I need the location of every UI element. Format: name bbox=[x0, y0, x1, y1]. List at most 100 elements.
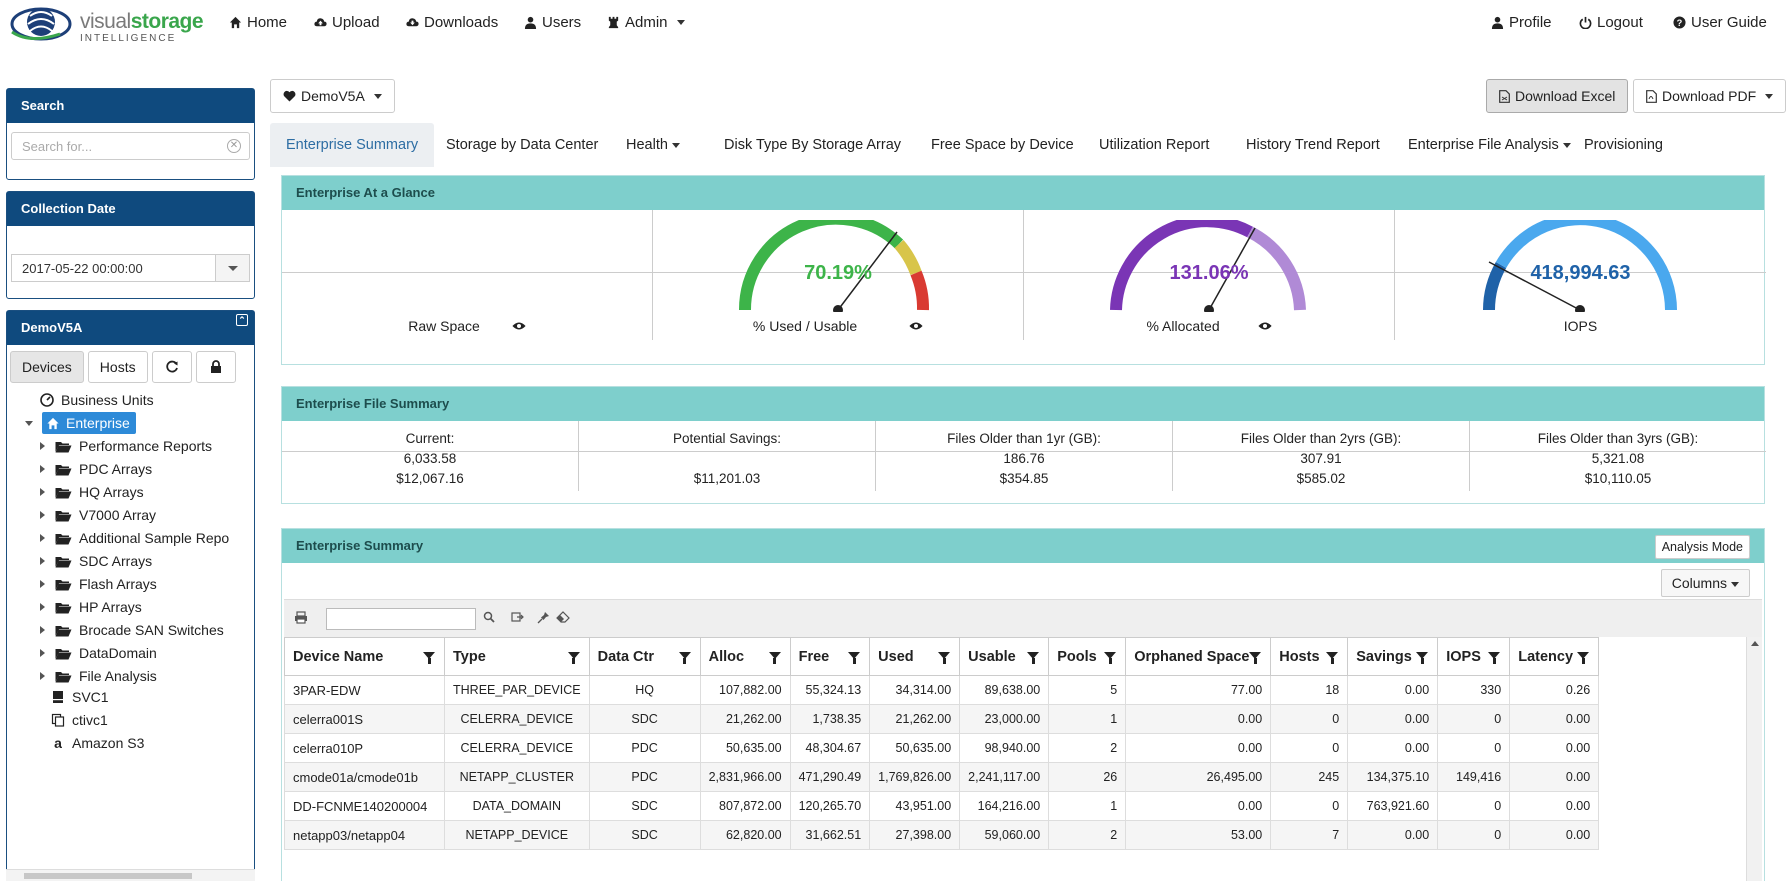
filter-icon[interactable] bbox=[1104, 652, 1117, 664]
refresh-button[interactable] bbox=[151, 351, 192, 383]
chevron-down-icon[interactable] bbox=[215, 255, 249, 281]
tree-node-amazon-s3[interactable]: a Amazon S3 bbox=[51, 732, 144, 754]
nav-home[interactable]: Home bbox=[229, 14, 287, 31]
tree-node-folder[interactable]: File Analysis bbox=[40, 665, 157, 687]
column-header[interactable]: Alloc bbox=[699, 637, 791, 676]
columns-dropdown[interactable]: Columns bbox=[1660, 569, 1750, 597]
tree-node-enterprise[interactable]: Enterprise bbox=[25, 412, 136, 434]
filter-icon[interactable] bbox=[1027, 652, 1040, 664]
nav-profile[interactable]: Profile bbox=[1491, 14, 1552, 31]
tab-health[interactable]: Health bbox=[610, 123, 696, 167]
nav-users[interactable]: Users bbox=[524, 14, 581, 31]
column-header[interactable]: Pools bbox=[1048, 637, 1127, 676]
clear-icon[interactable]: ✕ bbox=[227, 139, 241, 153]
filter-icon[interactable] bbox=[1326, 652, 1339, 664]
filter-icon[interactable] bbox=[1416, 652, 1429, 664]
grid-search-input[interactable] bbox=[326, 608, 476, 630]
collapsed-arrow-icon[interactable] bbox=[40, 488, 45, 496]
tree-node-folder[interactable]: Performance Reports bbox=[40, 435, 212, 457]
nav-logout[interactable]: Logout bbox=[1579, 14, 1643, 31]
column-header[interactable]: Type bbox=[444, 637, 590, 676]
tree-node-folder[interactable]: Brocade SAN Switches bbox=[40, 619, 224, 641]
tree-node-folder[interactable]: Flash Arrays bbox=[40, 573, 157, 595]
column-header[interactable]: Latency bbox=[1509, 637, 1600, 676]
grid-vertical-scrollbar[interactable] bbox=[1746, 637, 1762, 881]
logo[interactable]: visualstorage INTELLIGENCE bbox=[10, 4, 204, 44]
column-header[interactable]: Orphaned Space bbox=[1125, 637, 1272, 676]
sidebar-horizontal-scrollbar[interactable] bbox=[6, 869, 255, 881]
print-icon[interactable] bbox=[294, 611, 308, 625]
collapsed-arrow-icon[interactable] bbox=[40, 603, 45, 611]
column-header[interactable]: Savings bbox=[1347, 637, 1439, 676]
eraser-icon[interactable] bbox=[556, 611, 570, 625]
filter-icon[interactable] bbox=[938, 652, 951, 664]
collapsed-arrow-icon[interactable] bbox=[40, 672, 45, 680]
table-row[interactable]: DD-FCNME140200004 DATA_DOMAIN SDC 807,872.0… bbox=[284, 791, 1600, 821]
collapsed-arrow-icon[interactable] bbox=[40, 511, 45, 519]
table-row[interactable]: cmode01a/cmode01b NETAPP_CLUSTER PDC 2,831,… bbox=[284, 762, 1600, 792]
tab-disk-type-by-storage-array[interactable]: Disk Type By Storage Array bbox=[708, 123, 917, 167]
collapse-icon[interactable]: ⌃ bbox=[236, 314, 248, 326]
collapsed-arrow-icon[interactable] bbox=[40, 465, 45, 473]
tab-enterprise-file-analysis[interactable]: Enterprise File Analysis bbox=[1392, 123, 1587, 167]
table-row[interactable]: netapp03/netapp04 NETAPP_DEVICE SDC 62,820.… bbox=[284, 820, 1600, 850]
collapsed-arrow-icon[interactable] bbox=[40, 442, 45, 450]
column-header[interactable]: Device Name bbox=[284, 637, 445, 676]
column-header[interactable]: IOPS bbox=[1437, 637, 1511, 676]
nav-admin-dropdown[interactable]: Admin bbox=[607, 14, 685, 31]
export-icon[interactable] bbox=[510, 611, 524, 625]
tab-provisioning[interactable]: Provisioning bbox=[1568, 123, 1679, 167]
tenant-dropdown[interactable]: DemoV5A bbox=[270, 79, 395, 113]
collapsed-arrow-icon[interactable] bbox=[40, 649, 45, 657]
eye-icon[interactable] bbox=[512, 321, 526, 331]
download-pdf-dropdown[interactable]: Download PDF bbox=[1633, 79, 1787, 113]
tree-node-folder[interactable]: HP Arrays bbox=[40, 596, 142, 618]
collapsed-arrow-icon[interactable] bbox=[40, 557, 45, 565]
column-header[interactable]: Hosts bbox=[1270, 637, 1349, 676]
tab-devices[interactable]: Devices bbox=[10, 351, 84, 383]
filter-icon[interactable] bbox=[768, 652, 781, 664]
tab-history-trend-report[interactable]: History Trend Report bbox=[1230, 123, 1396, 167]
lock-button[interactable] bbox=[195, 351, 236, 383]
table-row[interactable]: 3PAR-EDW THREE_PAR_DEVICE HQ 107,882.00 55,3… bbox=[284, 675, 1600, 705]
filter-icon[interactable] bbox=[1488, 652, 1501, 664]
tree-node-business-units[interactable]: Business Units bbox=[40, 389, 154, 411]
filter-icon[interactable] bbox=[848, 652, 861, 664]
collapsed-arrow-icon[interactable] bbox=[40, 580, 45, 588]
filter-icon[interactable] bbox=[1249, 652, 1262, 664]
collapsed-arrow-icon[interactable] bbox=[40, 534, 45, 542]
filter-icon[interactable] bbox=[423, 652, 435, 664]
table-row[interactable]: celerra010P CELERRA_DEVICE PDC 50,635.00 48,… bbox=[284, 733, 1600, 763]
pin-icon[interactable] bbox=[536, 611, 550, 625]
chevron-up-icon[interactable] bbox=[1751, 641, 1759, 646]
column-header[interactable]: Free bbox=[789, 637, 871, 676]
tree-node-folder[interactable]: V7000 Array bbox=[40, 504, 156, 526]
filter-icon[interactable] bbox=[1577, 652, 1590, 664]
column-header[interactable]: Usable bbox=[959, 637, 1050, 676]
tab-utilization-report[interactable]: Utilization Report bbox=[1083, 123, 1225, 167]
tree-node-folder[interactable]: PDC Arrays bbox=[40, 458, 152, 480]
column-header[interactable]: Data Ctr bbox=[588, 637, 701, 676]
tab-storage-by-data-center[interactable]: Storage by Data Center bbox=[430, 123, 614, 167]
analysis-mode-button[interactable]: Analysis Mode bbox=[1654, 535, 1750, 559]
filter-icon[interactable] bbox=[678, 652, 691, 664]
nav-user-guide[interactable]: ? User Guide bbox=[1673, 14, 1767, 31]
tree-node-folder[interactable]: HQ Arrays bbox=[40, 481, 144, 503]
collapsed-arrow-icon[interactable] bbox=[40, 626, 45, 634]
eye-icon[interactable] bbox=[909, 321, 923, 331]
table-row[interactable]: celerra001S CELERRA_DEVICE SDC 21,262.00 1,7… bbox=[284, 704, 1600, 734]
sidebar-search-input[interactable]: Search for... ✕ bbox=[11, 132, 250, 160]
download-excel-button[interactable]: Download Excel bbox=[1486, 79, 1629, 113]
tree-node-folder[interactable]: SDC Arrays bbox=[40, 550, 152, 572]
column-header[interactable]: Used bbox=[869, 637, 961, 676]
tab-hosts[interactable]: Hosts bbox=[87, 351, 148, 383]
nav-downloads[interactable]: Downloads bbox=[406, 14, 498, 31]
tab-enterprise-summary[interactable]: Enterprise Summary bbox=[270, 123, 435, 167]
tab-free-space-by-device[interactable]: Free Space by Device bbox=[915, 123, 1090, 167]
filter-icon[interactable] bbox=[567, 652, 580, 664]
search-icon[interactable] bbox=[482, 611, 496, 625]
nav-upload[interactable]: Upload bbox=[314, 14, 380, 31]
collection-date-select[interactable]: 2017-05-22 00:00:00 bbox=[11, 254, 250, 282]
eye-icon[interactable] bbox=[1257, 321, 1272, 331]
tree-node-folder[interactable]: Additional Sample Repo bbox=[40, 527, 229, 549]
